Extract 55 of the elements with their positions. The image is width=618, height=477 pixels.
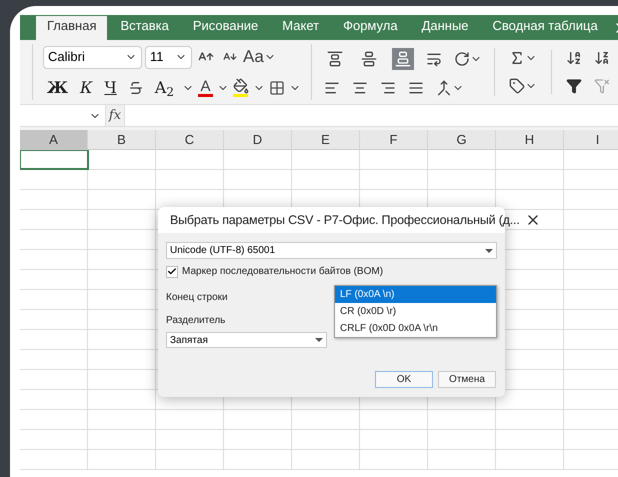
subscript-button[interactable]: A$_{2}$ — [150, 76, 178, 100]
function-button[interactable]: fx — [105, 105, 125, 126]
filter-icon[interactable] — [566, 78, 582, 94]
align-bottom-icon[interactable] — [392, 48, 414, 70]
dropdown-option[interactable]: CR (0x0D \r) — [335, 303, 496, 320]
italic-button[interactable]: К — [76, 76, 96, 100]
sort-ascending-icon[interactable] — [566, 50, 582, 66]
ribbon-tab[interactable]: Макет — [271, 16, 330, 40]
ribbon-tab[interactable]: Главная — [36, 16, 108, 40]
wrap-text-icon[interactable] — [426, 51, 442, 67]
align-right-icon[interactable] — [380, 80, 396, 96]
bom-label: Маркер последовательности байтов (BOM) — [182, 265, 384, 279]
bold-button[interactable]: Ж — [43, 76, 72, 100]
borders-icon[interactable] — [268, 80, 285, 96]
line-end-label: Конец строки — [166, 291, 228, 305]
column-header[interactable]: C — [156, 130, 224, 149]
selected-cell[interactable] — [20, 150, 88, 169]
fill-color-button[interactable] — [232, 78, 249, 98]
sort-descending-icon[interactable] — [594, 50, 610, 66]
dialog-title: Выбрать параметры CSV - Р7-Офис. Профессиональный (д... — [170, 212, 520, 229]
merge-icon[interactable] — [436, 80, 452, 96]
separator-label: Разделитель — [166, 314, 226, 328]
change-case-button[interactable]: Aa — [243, 44, 276, 70]
strikethrough-icon[interactable] — [128, 80, 144, 96]
font-color-button[interactable]: A — [198, 78, 213, 97]
justify-icon[interactable] — [408, 80, 424, 96]
ribbon-tab[interactable]: Данные — [410, 16, 480, 40]
dropdown-arrow-icon — [315, 338, 323, 342]
ribbon-tab[interactable]: Вставка — [109, 16, 180, 40]
column-header[interactable]: G — [428, 130, 496, 149]
dropdown-option[interactable]: CRLF (0x0D 0x0A \r\n — [335, 320, 496, 337]
bom-checkbox[interactable] — [166, 266, 178, 278]
column-header[interactable]: B — [88, 130, 156, 149]
align-left-icon[interactable] — [324, 80, 340, 96]
column-header[interactable]: I — [564, 130, 618, 149]
ribbon-tab[interactable]: Сводная таблица — [482, 16, 609, 40]
column-header[interactable]: H — [496, 130, 564, 149]
dropdown-option[interactable]: LF (0x0A \n) — [335, 286, 496, 303]
align-center-icon[interactable] — [352, 80, 368, 96]
column-header[interactable]: E — [292, 130, 360, 149]
ribbon-tab[interactable]: Рисование — [182, 16, 270, 40]
dropdown-arrow-icon — [485, 248, 493, 252]
number-format-icon[interactable] — [508, 78, 525, 94]
column-header[interactable]: F — [360, 130, 428, 149]
encoding-select[interactable]: Unicode (UTF-8) 65001 — [166, 242, 497, 259]
underline-button[interactable]: Ч — [100, 76, 121, 100]
column-header[interactable]: D — [224, 130, 292, 149]
font-size-select[interactable]: 11 — [145, 46, 192, 68]
separator-select[interactable]: Запятая — [166, 332, 327, 348]
ribbon-tab[interactable]: Формула — [332, 16, 409, 40]
dialog-button[interactable]: Отмена — [438, 371, 496, 388]
dialog-button[interactable]: OK — [375, 371, 433, 388]
column-header[interactable]: A — [20, 130, 88, 149]
orientation-icon[interactable] — [454, 51, 470, 67]
font-select[interactable]: Calibri — [43, 46, 142, 68]
